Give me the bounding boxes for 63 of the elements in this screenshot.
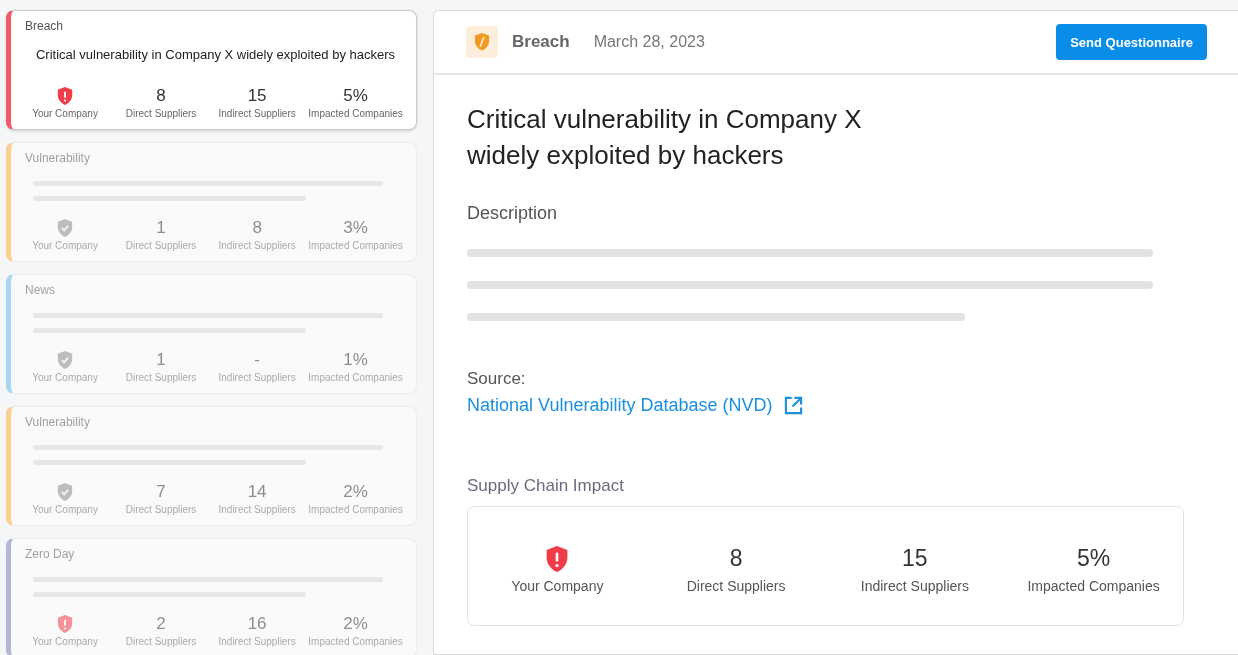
stat-label: Impacted Companies bbox=[1027, 578, 1160, 594]
stat-value: 16 bbox=[247, 614, 267, 634]
stat-label: Impacted Companies bbox=[308, 108, 403, 119]
stat-value: - bbox=[254, 350, 260, 370]
stat-label: Direct Suppliers bbox=[125, 108, 197, 119]
stat-label: Indirect Suppliers bbox=[218, 108, 296, 119]
stat-label: Indirect Suppliers bbox=[860, 578, 969, 594]
event-card[interactable]: Vulnerability Your Company 7 Direct Suppliers 14 Indirect Suppliers 2% Impacted Companies bbox=[6, 406, 417, 526]
stat-label: Your Company bbox=[32, 504, 98, 515]
card-category: Vulnerability bbox=[25, 415, 91, 429]
stat-value: 15 bbox=[902, 545, 928, 572]
source-label: Source: bbox=[467, 369, 527, 389]
stat-value: 3% bbox=[343, 218, 368, 238]
stat-label: Indirect Suppliers bbox=[218, 240, 296, 251]
stat-label: Direct Suppliers bbox=[125, 636, 197, 647]
stat-value: 8 bbox=[252, 218, 262, 238]
card-headline: Critical vulnerability in Company X widely exploited by hackers bbox=[34, 47, 397, 62]
external-link-icon[interactable] bbox=[784, 396, 804, 415]
stat-value: 14 bbox=[247, 482, 267, 502]
card-category: Breach bbox=[25, 19, 65, 33]
stat-value: 1 bbox=[156, 350, 166, 370]
card-category: News bbox=[25, 283, 56, 297]
stat-value: 5% bbox=[1077, 545, 1111, 572]
stat-label: Direct Suppliers bbox=[125, 372, 197, 383]
stat-label: Your Company bbox=[32, 108, 98, 119]
section-label: Supply Chain Impact bbox=[467, 476, 625, 496]
event-card[interactable]: Zero Day Your Company 2 Direct Suppliers 16 Indirect Suppliers 2% Impacted Companies bbox=[6, 538, 417, 655]
stat-value: 8 bbox=[156, 86, 166, 106]
stat-label: Indirect Suppliers bbox=[218, 636, 296, 647]
stat-label: Direct Suppliers bbox=[125, 504, 197, 515]
stat-label: Direct Suppliers bbox=[686, 578, 786, 594]
stat-value: 1 bbox=[156, 218, 166, 238]
stat-label: Your Company bbox=[32, 636, 98, 647]
section-label: Description bbox=[467, 203, 559, 224]
stat-value: 2 bbox=[156, 614, 166, 634]
event-card[interactable]: Vulnerability Your Company 1 Direct Suppliers 8 Indirect Suppliers 3% Impacted Companies bbox=[6, 142, 417, 262]
stat-value: 8 bbox=[729, 545, 743, 572]
card-category: Zero Day bbox=[25, 547, 76, 561]
stat-label: Direct Suppliers bbox=[125, 240, 197, 251]
shield-icon bbox=[466, 26, 498, 58]
stat-label: Impacted Companies bbox=[308, 504, 403, 515]
source-link[interactable]: National Vulnerability Database (NVD) bbox=[467, 395, 773, 416]
stat-value: 1% bbox=[343, 350, 368, 370]
send-questionnaire-button[interactable]: Send Questionnaire bbox=[1056, 24, 1207, 60]
card-category: Vulnerability bbox=[25, 151, 91, 165]
stat-label: Indirect Suppliers bbox=[218, 504, 296, 515]
stat-label: Your Company bbox=[32, 372, 98, 383]
event-title: Critical vulnerability in Company X widely exploited by hackers bbox=[467, 103, 863, 172]
stat-label: Impacted Companies bbox=[308, 372, 403, 383]
event-card[interactable]: News Your Company 1 Direct Suppliers - Indirect Suppliers 1% Impacted Companies bbox=[6, 274, 417, 394]
stat-label: Indirect Suppliers bbox=[218, 372, 296, 383]
stat-label: Impacted Companies bbox=[308, 636, 403, 647]
stat-value: 5% bbox=[343, 86, 368, 106]
stat-value: 2% bbox=[343, 482, 368, 502]
stat-value: 2% bbox=[343, 614, 368, 634]
stat-value: 7 bbox=[156, 482, 166, 502]
event-date: March 28, 2023 bbox=[593, 33, 705, 51]
stat-label: Your Company bbox=[32, 240, 98, 251]
event-category: Breach bbox=[512, 32, 570, 52]
stat-value: 15 bbox=[247, 86, 267, 106]
event-card[interactable]: Breach Critical vulnerability in Company X widely exploited by hackers Your Company 8 Direct Suppliers 15 Indirect Suppliers 5% Impacted Companies bbox=[6, 10, 417, 130]
stat-label: Your Company bbox=[511, 578, 604, 594]
stat-label: Impacted Companies bbox=[308, 240, 403, 251]
